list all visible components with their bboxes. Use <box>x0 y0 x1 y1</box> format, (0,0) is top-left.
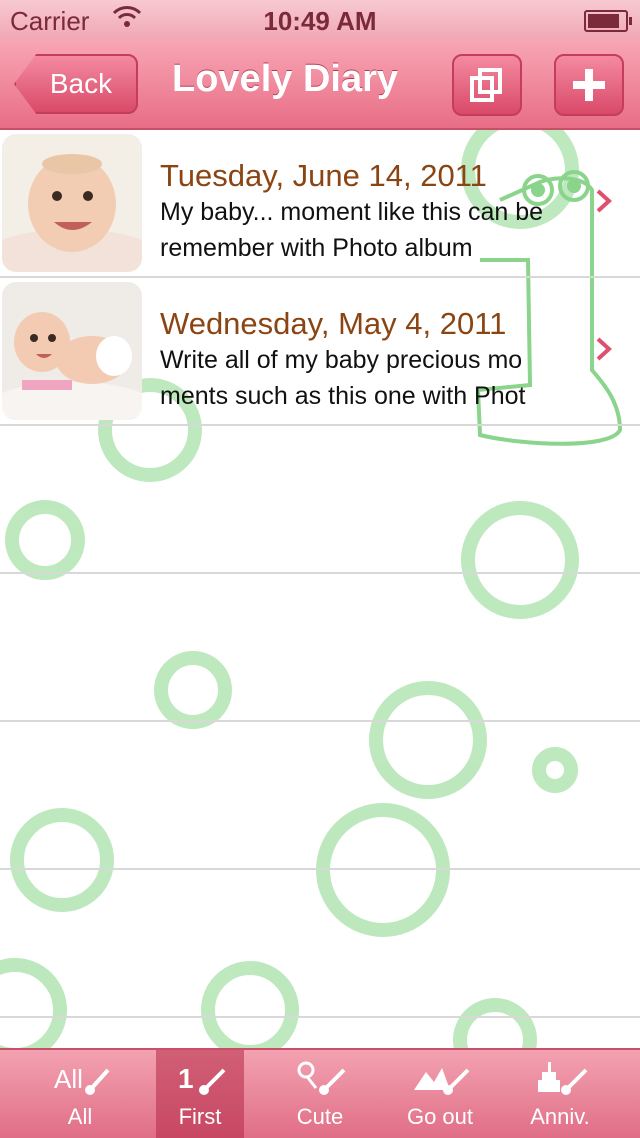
all-icon: All <box>54 1064 110 1095</box>
tab-all[interactable]: All All <box>36 1050 124 1138</box>
row-divider <box>0 572 640 574</box>
cute-icon <box>297 1061 346 1095</box>
tab-label: All <box>67 1104 93 1129</box>
copy-button[interactable] <box>452 54 522 116</box>
diary-entry-row[interactable]: Wednesday, May 4, 2011 Write all of my b… <box>0 278 640 426</box>
baby-photo-thumbnail <box>2 134 142 272</box>
anniversary-icon <box>538 1062 588 1095</box>
tab-go-out[interactable]: Go out <box>396 1050 484 1138</box>
row-divider <box>0 868 640 870</box>
back-button-label: Back <box>49 68 113 99</box>
navigation-bar: Back Lovely Diary <box>0 40 640 130</box>
svg-text:1: 1 <box>178 1063 194 1094</box>
entry-date: Tuesday, June 14, 2011 <box>160 158 487 193</box>
row-divider <box>0 720 640 722</box>
plus-icon <box>573 69 605 101</box>
first-icon: 1 <box>178 1063 226 1095</box>
chevron-right-icon <box>596 337 612 361</box>
page-title: Lovely Diary <box>172 58 398 100</box>
entry-preview: My baby... moment like this can be remem… <box>160 198 544 262</box>
tab-label: First <box>178 1104 222 1129</box>
tab-label: Go out <box>406 1104 474 1129</box>
tab-cute[interactable]: Cute <box>276 1050 364 1138</box>
tab-bar: All All 1 First Cute Go out Anniv. <box>0 1048 640 1138</box>
status-bar: Carrier 10:49 AM <box>0 0 640 40</box>
clock: 10:49 AM <box>263 6 377 36</box>
row-divider <box>0 1016 640 1018</box>
add-entry-button[interactable] <box>554 54 624 116</box>
baby-photo-thumbnail <box>2 282 142 420</box>
chevron-right-icon <box>596 189 612 213</box>
entry-preview: Write all of my baby precious mo ments s… <box>160 346 526 410</box>
diary-list[interactable]: Tuesday, June 14, 2011 My baby... moment… <box>0 130 640 1048</box>
tab-anniversary[interactable]: Anniv. <box>516 1050 604 1138</box>
diary-entry-row[interactable]: Tuesday, June 14, 2011 My baby... moment… <box>0 130 640 278</box>
go-out-icon <box>414 1068 470 1095</box>
entry-date: Wednesday, May 4, 2011 <box>160 306 507 341</box>
tab-label: Anniv. <box>530 1104 590 1129</box>
tab-label: Cute <box>296 1104 344 1129</box>
svg-text:All: All <box>54 1064 83 1094</box>
copy-icon <box>470 68 502 102</box>
battery-icon <box>584 10 632 32</box>
back-button[interactable]: Back <box>14 54 138 114</box>
tab-first[interactable]: 1 First <box>156 1050 244 1138</box>
